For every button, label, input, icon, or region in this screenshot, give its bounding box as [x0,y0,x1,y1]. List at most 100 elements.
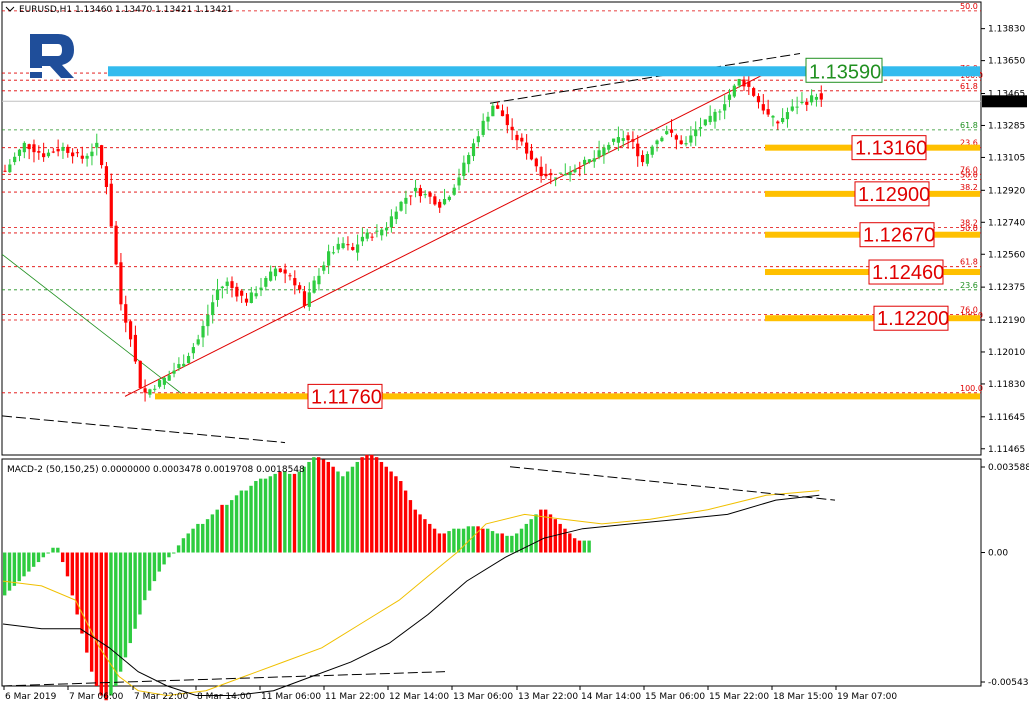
x-tick-label: 15 Mar 22:00 [709,692,769,702]
bear-candle [679,140,683,145]
macd-histogram-bar [60,552,65,563]
macd-histogram-bar [268,476,273,553]
price-label-text: 1.13160 [855,138,927,160]
macd-histogram-bar [157,552,161,572]
y-tick-label: 1.13830 [988,25,1025,35]
fib-percent-label: 50.0 [960,224,978,233]
bull-candle [481,120,485,135]
bear-candle [66,146,70,153]
x-tick-label: 13 Mar 22:00 [518,692,578,702]
bear-candle [75,152,80,154]
bull-candle [573,169,577,173]
bull-candle [602,147,606,156]
macd-histogram-bar [114,552,118,686]
bull-candle [554,177,558,179]
bear-candle [578,167,582,169]
bull-candle [254,293,258,297]
bull-candle [727,94,732,100]
bull-candle [380,229,384,236]
macd-histogram-bar [191,528,195,553]
bull-candle [587,159,592,163]
bull-candle [322,265,326,271]
x-tick-label: 13 Mar 06:00 [453,692,513,702]
bull-candle [206,314,210,327]
bull-candle [404,197,408,204]
bull-candle [621,138,625,141]
macd-histogram-bar [534,514,538,553]
bear-candle [525,142,529,154]
bear-candle [351,247,355,250]
bear-candle [278,268,282,273]
bear-candle [119,262,123,305]
bull-candle [167,375,171,381]
bull-candle [413,187,418,192]
bull-candle [655,140,659,145]
bull-candle [790,106,794,111]
macd-histogram-bar [36,552,41,563]
bear-candle [433,196,437,205]
bear-candle [100,145,104,166]
macd-histogram-bar [524,523,529,553]
bear-candle [3,170,7,172]
fib-percent-label: 100.0 [960,384,983,393]
chart-canvas[interactable]: 50.076.0100.061.861.823.676.050.038.238.… [0,0,1029,707]
trading-chart[interactable]: 50.076.0100.061.861.823.676.050.038.238.… [0,0,1029,707]
current-price-text: 1.13421 [986,98,1023,108]
macd-histogram-bar [321,459,326,553]
bear-candle [428,192,432,197]
macd-histogram-bar [80,552,84,634]
bull-candle [665,131,669,135]
bull-candle [22,142,26,153]
y-tick-label: 1.11645 [988,413,1025,423]
bull-candle [201,325,205,338]
bull-candle [172,370,176,374]
bear-candle [766,109,770,115]
bull-candle [713,111,717,122]
macd-histogram-bar [360,457,364,553]
bull-candle [583,159,587,165]
x-tick-label: 7 Mar 22:00 [134,692,189,702]
bull-candle [814,96,819,100]
macd-histogram-bar [394,476,398,553]
bull-candle [211,302,215,316]
bull-candle [336,243,340,250]
bull-candle [273,268,278,277]
macd-histogram-bar [283,471,287,553]
bull-candle [327,251,331,266]
bear-candle [544,173,548,177]
bull-candle [442,198,447,205]
bull-candle [307,292,311,307]
bull-candle [703,119,707,126]
bear-candle [27,144,31,150]
bull-candle [737,78,741,86]
bull-candle [191,347,195,354]
bull-candle [399,201,403,211]
bull-candle [355,244,360,253]
fib-percent-label: 50.0 [960,2,978,11]
bull-candle [476,136,480,143]
bear-candle [143,388,147,393]
macd-histogram-bar [437,533,442,553]
bull-candle [810,95,814,103]
macd-histogram-bar [316,457,321,553]
bull-candle [781,117,785,123]
macd-histogram-bar [365,454,369,553]
bear-candle [496,105,500,109]
fib-percent-label: 61.8 [960,258,978,267]
macd-histogram-bar [210,514,215,553]
bull-candle [177,364,181,369]
macd-histogram-bar [215,509,219,553]
macd-histogram-bar [486,528,490,553]
bull-candle [13,156,17,163]
macd-histogram-bar [345,471,350,553]
bear-candle [138,360,142,389]
macd-histogram-bar [225,504,229,553]
macd-histogram-bar [12,552,17,586]
bear-candle [776,121,780,124]
bear-candle [133,334,138,362]
bull-candle [365,232,369,239]
bear-candle [500,110,505,117]
macd-histogram-bar [70,552,75,596]
x-tick-label: 15 Mar 06:00 [645,692,705,702]
macd-histogram-bar [529,519,533,553]
